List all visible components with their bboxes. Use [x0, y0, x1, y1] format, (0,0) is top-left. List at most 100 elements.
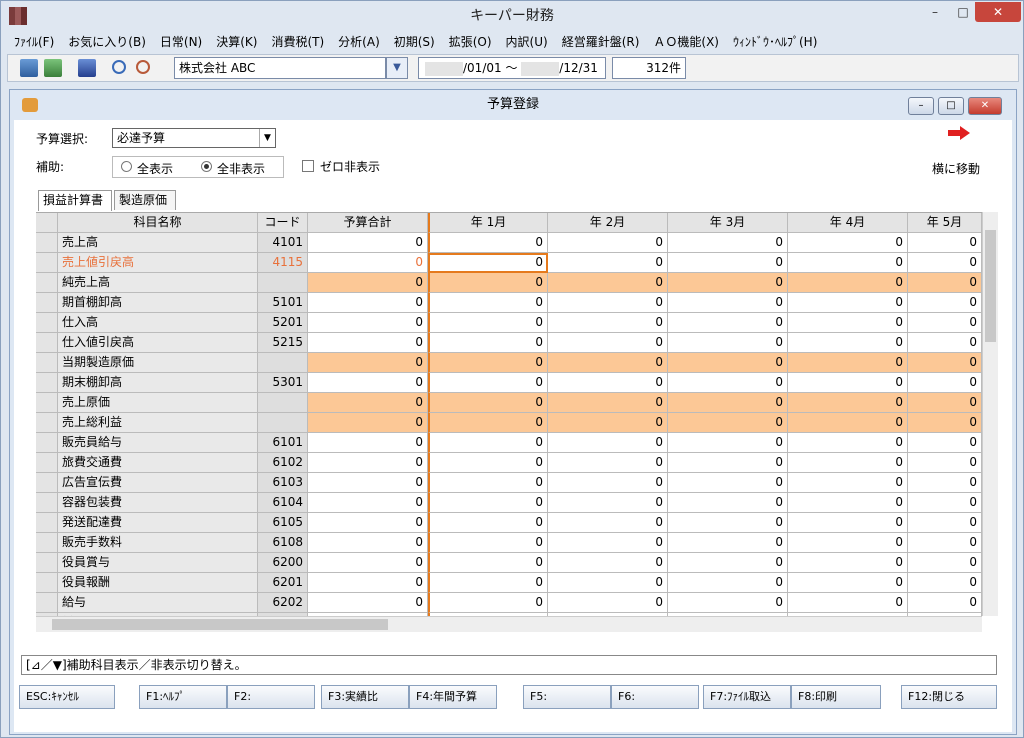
budget-select[interactable]: 必達予算 ▼: [112, 128, 276, 148]
menu-item[interactable]: 拡張(O): [442, 32, 499, 52]
budget-total-cell[interactable]: 0: [308, 593, 428, 613]
month-cell[interactable]: 0: [788, 353, 908, 373]
month-cell[interactable]: 0: [548, 513, 668, 533]
table-row[interactable]: 広告宣伝費 6103 0 0 0 0 0 0: [36, 473, 982, 493]
month-cell[interactable]: 0: [788, 593, 908, 613]
table-row[interactable]: 仕入高 5201 0 0 0 0 0 0: [36, 313, 982, 333]
display-icon[interactable]: [78, 59, 96, 77]
month-cell[interactable]: 0: [428, 593, 548, 613]
menu-item[interactable]: 初期(S): [387, 32, 442, 52]
month-cell[interactable]: 0: [788, 533, 908, 553]
budget-total-cell[interactable]: 0: [308, 313, 428, 333]
menu-item[interactable]: ﾌｧｲﾙ(F): [7, 32, 61, 52]
month-cell[interactable]: 0: [428, 393, 548, 413]
budget-total-cell[interactable]: 0: [308, 533, 428, 553]
month-cell[interactable]: 0: [668, 473, 788, 493]
month-cell[interactable]: 0: [548, 593, 668, 613]
table-row[interactable]: 仕入値引戻高 5215 0 0 0 0 0 0: [36, 333, 982, 353]
month-cell[interactable]: 0: [428, 313, 548, 333]
month-cell[interactable]: 0: [548, 533, 668, 553]
function-key-button[interactable]: F4:年間予算: [409, 685, 497, 709]
tab-manufacturing-cost[interactable]: 製造原価: [114, 190, 176, 210]
month-cell[interactable]: 0: [788, 453, 908, 473]
month-cell[interactable]: 0: [788, 493, 908, 513]
budget-total-cell[interactable]: 0: [308, 573, 428, 593]
month-cell[interactable]: 0: [668, 313, 788, 333]
month-cell[interactable]: 0: [908, 293, 982, 313]
budget-total-cell[interactable]: 0: [308, 393, 428, 413]
month-cell[interactable]: 0: [908, 493, 982, 513]
month-cell[interactable]: 0: [788, 233, 908, 253]
month-cell[interactable]: 0: [668, 533, 788, 553]
budget-total-cell[interactable]: 0: [308, 353, 428, 373]
month-cell[interactable]: 0: [908, 473, 982, 493]
month-cell[interactable]: 0: [548, 433, 668, 453]
zero-hide-checkbox[interactable]: [302, 160, 314, 172]
month-cell[interactable]: 0: [548, 353, 668, 373]
table-row[interactable]: 容器包装費 6104 0 0 0 0 0 0: [36, 493, 982, 513]
month-cell[interactable]: 0: [428, 293, 548, 313]
budget-total-cell[interactable]: 0: [308, 553, 428, 573]
function-key-button[interactable]: F7:ﾌｧｲﾙ取込: [703, 685, 791, 709]
company-select[interactable]: 株式会社 ABC: [174, 57, 386, 79]
menu-item[interactable]: 決算(K): [209, 32, 264, 52]
month-cell[interactable]: 0: [668, 333, 788, 353]
month-cell[interactable]: 0: [548, 233, 668, 253]
budget-total-cell[interactable]: 0: [308, 453, 428, 473]
budget-total-cell[interactable]: 0: [308, 473, 428, 493]
table-row[interactable]: 発送配達費 6105 0 0 0 0 0 0: [36, 513, 982, 533]
month-cell[interactable]: 0: [428, 333, 548, 353]
month-cell[interactable]: 0: [908, 453, 982, 473]
function-key-button[interactable]: F1:ﾍﾙﾌﾟ: [139, 685, 227, 709]
budget-total-cell[interactable]: 0: [308, 253, 428, 273]
minimize-button[interactable]: –: [921, 2, 949, 22]
budget-total-cell[interactable]: 0: [308, 373, 428, 393]
month-cell[interactable]: 0: [428, 513, 548, 533]
move-horizontal-label[interactable]: 横に移動: [932, 160, 980, 177]
month-cell[interactable]: 0: [908, 253, 982, 273]
month-cell[interactable]: 0: [668, 393, 788, 413]
month-cell[interactable]: 0: [668, 413, 788, 433]
month-cell[interactable]: 0: [548, 393, 668, 413]
month-cell[interactable]: 0: [548, 253, 668, 273]
month-cell[interactable]: 0: [548, 413, 668, 433]
month-cell[interactable]: 0: [428, 473, 548, 493]
save-icon[interactable]: [20, 59, 38, 77]
month-cell[interactable]: 0: [668, 433, 788, 453]
function-key-button[interactable]: F8:印刷: [791, 685, 881, 709]
month-cell[interactable]: 0: [908, 573, 982, 593]
table-row[interactable]: 売上総利益 0 0 0 0 0 0: [36, 413, 982, 433]
menu-item[interactable]: 消費税(T): [264, 32, 331, 52]
month-cell[interactable]: 0: [908, 593, 982, 613]
month-cell[interactable]: 0: [668, 453, 788, 473]
month-cell[interactable]: 0: [548, 473, 668, 493]
horizontal-scroll-thumb[interactable]: [52, 619, 388, 630]
month-cell[interactable]: 0: [428, 413, 548, 433]
menu-item[interactable]: 分析(A): [331, 32, 387, 52]
month-cell[interactable]: 0: [908, 553, 982, 573]
month-cell[interactable]: 0: [788, 553, 908, 573]
budget-total-cell[interactable]: 0: [308, 493, 428, 513]
month-cell[interactable]: 0: [428, 433, 548, 453]
month-cell[interactable]: 0: [428, 233, 548, 253]
close-button[interactable]: ✕: [975, 2, 1021, 22]
maximize-button[interactable]: □: [949, 2, 977, 22]
budget-total-cell[interactable]: 0: [308, 433, 428, 453]
table-row[interactable]: 売上原価 0 0 0 0 0 0: [36, 393, 982, 413]
month-cell[interactable]: 0: [548, 333, 668, 353]
month-cell[interactable]: 0: [908, 273, 982, 293]
menu-item[interactable]: 日常(N): [153, 32, 209, 52]
radio-hide-all[interactable]: [201, 161, 212, 172]
month-cell[interactable]: 0: [548, 553, 668, 573]
month-cell[interactable]: 0: [548, 293, 668, 313]
radio-show-all[interactable]: [121, 161, 132, 172]
month-cell[interactable]: 0: [788, 433, 908, 453]
month-cell[interactable]: 0: [428, 253, 548, 273]
function-key-button[interactable]: ESC:ｷｬﾝｾﾙ: [19, 685, 115, 709]
month-cell[interactable]: 0: [788, 473, 908, 493]
month-cell[interactable]: 0: [788, 273, 908, 293]
budget-total-cell[interactable]: 0: [308, 413, 428, 433]
zoom-in-icon[interactable]: [112, 60, 126, 74]
month-cell[interactable]: 0: [428, 533, 548, 553]
month-cell[interactable]: 0: [788, 293, 908, 313]
